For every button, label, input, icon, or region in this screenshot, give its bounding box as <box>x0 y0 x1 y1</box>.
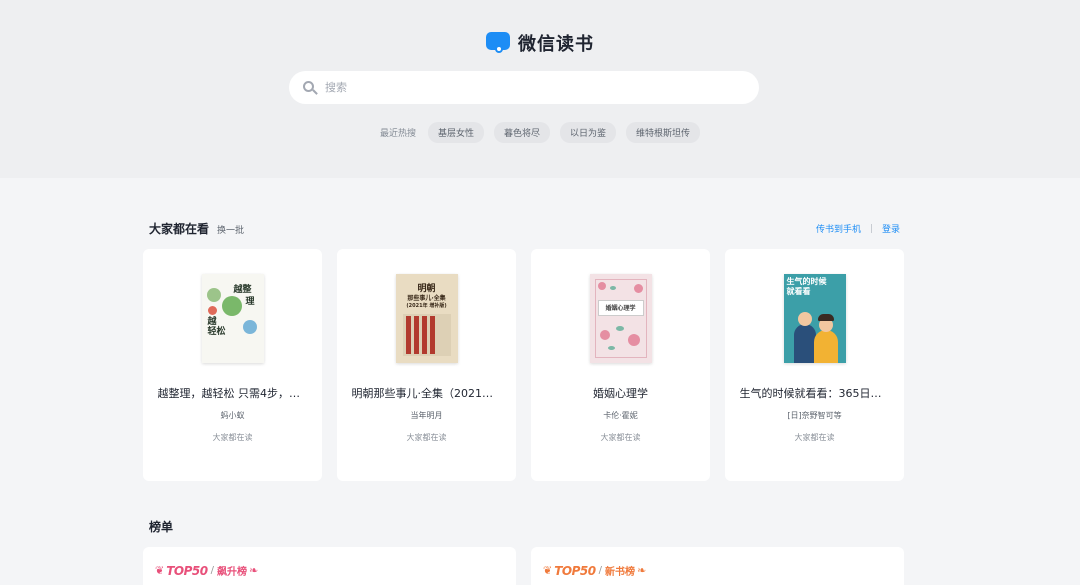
hot-searches: 最近热搜 基层女性 暮色将尽 以日为鉴 维特根斯坦传 <box>0 122 1080 143</box>
book-status: 大家都在读 <box>600 433 641 442</box>
cover-text: 轻松 <box>207 327 226 337</box>
rank-badge-text: TOP50 <box>554 563 596 578</box>
search-icon <box>303 80 318 95</box>
ranking-card-new[interactable]: ❦ TOP50 / 新书榜 ❧ <box>531 547 904 585</box>
hot-tag[interactable]: 维特根斯坦传 <box>626 122 701 143</box>
login-link[interactable]: 登录 <box>882 222 900 235</box>
brand[interactable]: 微信读书 <box>0 30 1080 56</box>
ranking-card-rising[interactable]: ❦ TOP50 / 飙升榜 ❧ <box>143 547 516 585</box>
book-cover[interactable]: 越整 理 越 轻松 <box>201 274 264 363</box>
book-card[interactable]: 明朝 那些事儿·全集 (2021年 增补版) 明朝那些事儿·全集（2021年增补… <box>337 249 516 481</box>
refresh-button[interactable]: 换一批 <box>217 223 244 236</box>
search-bar[interactable] <box>289 71 759 104</box>
rank-board-name: 新书榜 <box>604 567 635 578</box>
cover-text: (2021年 增补版) <box>406 303 447 309</box>
ranking-title: 榜单 <box>149 520 174 534</box>
featured-header: 大家都在看 换一批 <box>149 220 244 237</box>
book-author: 卡伦·霍妮 <box>603 411 638 420</box>
cover-text: 理 <box>245 297 255 307</box>
cover-text: 婚姻心理学 <box>605 305 636 312</box>
book-author: 当年明月 <box>410 411 443 420</box>
slash-icon: / <box>598 565 602 576</box>
book-title[interactable]: 越整理，越轻松 只需4步，快速打造让你更轻松的家 <box>158 385 308 401</box>
book-author: 蚂小蚁 <box>220 411 245 420</box>
laurel-right-icon: ❧ <box>636 564 647 577</box>
weread-logo-icon <box>486 32 510 54</box>
laurel-left-icon: ❦ <box>155 564 165 577</box>
hot-searches-label: 最近热搜 <box>379 129 416 139</box>
slash-icon: / <box>210 565 214 576</box>
ranking-boards: ❦ TOP50 / 飙升榜 ❧ ❦ TOP50 / 新书榜 ❧ <box>143 547 904 585</box>
book-title[interactable]: 生气的时候就看看：365日不生气的心灵处方 <box>740 385 890 401</box>
send-to-phone-link[interactable]: 传书到手机 <box>816 222 861 235</box>
cover-text-line: 就看看 <box>786 287 811 296</box>
book-card[interactable]: 越整 理 越 轻松 越整理，越轻松 只需4步，快速打造让你更轻松的家 蚂小蚁 大… <box>143 249 322 481</box>
cover-text-line: 生气的时候 <box>786 277 827 286</box>
laurel-left-icon: ❦ <box>543 564 553 577</box>
hot-tag[interactable]: 暮色将尽 <box>493 122 550 143</box>
book-cover[interactable]: 生气的时候 就看看 <box>783 274 846 363</box>
book-title[interactable]: 明朝那些事儿·全集（2021年增补版） <box>352 385 502 401</box>
search-input[interactable] <box>325 81 725 94</box>
top-links: 传书到手机 登录 <box>816 222 900 235</box>
book-title[interactable]: 婚姻心理学 <box>546 385 696 401</box>
book-author: [日]奈野智可等 <box>787 411 842 420</box>
rank-badge: ❦ TOP50 / 飙升榜 ❧ <box>155 563 259 579</box>
rank-badge-text: TOP50 <box>166 563 208 578</box>
divider <box>870 224 872 233</box>
laurel-right-icon: ❧ <box>248 564 259 577</box>
brand-name: 微信读书 <box>518 34 594 55</box>
book-status: 大家都在读 <box>406 433 447 442</box>
book-status: 大家都在读 <box>212 433 253 442</box>
book-cover[interactable]: 明朝 那些事儿·全集 (2021年 增补版) <box>395 274 458 363</box>
section-title: 大家都在看 <box>149 222 210 236</box>
book-card[interactable]: 生气的时候 就看看 生气的时候就看看：365日不生气的心灵处方 [日]奈野智可等… <box>725 249 904 481</box>
rank-board-name: 飙升榜 <box>216 567 247 578</box>
rank-badge: ❦ TOP50 / 新书榜 ❧ <box>543 563 647 579</box>
hot-tag[interactable]: 基层女性 <box>427 122 484 143</box>
featured-books: 越整 理 越 轻松 越整理，越轻松 只需4步，快速打造让你更轻松的家 蚂小蚁 大… <box>143 249 904 481</box>
book-card[interactable]: 婚姻心理学 婚姻心理学 卡伦·霍妮 大家都在读 <box>531 249 710 481</box>
book-cover[interactable]: 婚姻心理学 <box>589 274 652 363</box>
cover-text: 生气的时候 就看看 <box>787 277 827 297</box>
cover-text: 那些事儿·全集 <box>407 295 446 302</box>
book-status: 大家都在读 <box>794 433 835 442</box>
hot-tag[interactable]: 以日为鉴 <box>560 122 617 143</box>
